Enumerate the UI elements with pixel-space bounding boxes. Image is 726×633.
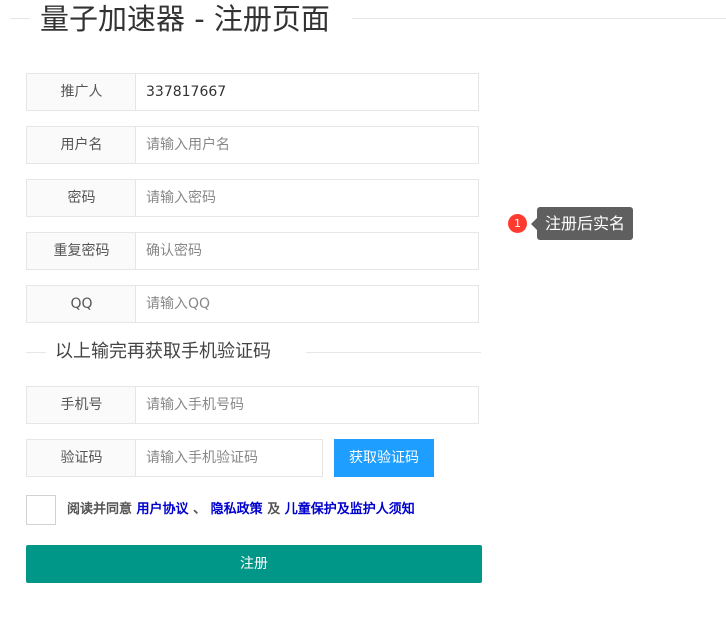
agreement-text: 阅读并同意 用户协议 、 隐私政策 及 儿童保护及监护人须知 [67, 501, 415, 519]
code-input[interactable]: 请输入手机验证码 [135, 439, 323, 477]
register-button[interactable]: 注册 [26, 545, 482, 583]
title-divider-right [352, 18, 726, 19]
tooltip-text: 注册后实名 [530, 207, 634, 240]
tooltip-badge: 1 [508, 214, 527, 233]
section-divider-right [306, 352, 481, 353]
qq-input[interactable]: 请输入QQ [135, 285, 479, 323]
user-agreement-link[interactable]: 用户协议 [137, 502, 189, 517]
qq-label: QQ [26, 285, 137, 323]
code-row: 验证码 请输入手机验证码 获取验证码 [26, 439, 481, 477]
referrer-row: 推广人 337817667 [26, 73, 481, 111]
phone-label: 手机号 [26, 386, 137, 424]
section-divider-left [26, 352, 46, 353]
username-input[interactable]: 请输入用户名 [135, 126, 479, 164]
code-label: 验证码 [26, 439, 137, 477]
section-divider-text: 以上输完再获取手机验证码 [55, 341, 271, 362]
agreement-and: 及 [267, 502, 281, 517]
title-divider-left [10, 18, 30, 19]
referrer-label: 推广人 [26, 73, 137, 111]
password-row: 密码 请输入密码 [26, 179, 481, 217]
page-title: 量子加速器 - 注册页面 [40, 2, 330, 36]
phone-input[interactable]: 请输入手机号码 [135, 386, 479, 424]
username-label: 用户名 [26, 126, 137, 164]
privacy-policy-link[interactable]: 隐私政策 [211, 502, 263, 517]
repeat-password-row: 重复密码 确认密码 [26, 232, 481, 270]
agreement-prefix: 阅读并同意 [67, 502, 133, 517]
agreement-checkbox[interactable] [26, 495, 56, 525]
get-code-button[interactable]: 获取验证码 [334, 439, 434, 477]
qq-row: QQ 请输入QQ [26, 285, 481, 323]
password-label: 密码 [26, 179, 137, 217]
agreement-sep: 、 [193, 502, 207, 517]
password-input[interactable]: 请输入密码 [135, 179, 479, 217]
phone-row: 手机号 请输入手机号码 [26, 386, 481, 424]
referrer-input[interactable]: 337817667 [135, 73, 479, 111]
repeat-password-label: 重复密码 [26, 232, 137, 270]
repeat-password-input[interactable]: 确认密码 [135, 232, 479, 270]
child-notice-link[interactable]: 儿童保护及监护人须知 [285, 502, 415, 517]
page-header: 量子加速器 - 注册页面 [0, 0, 726, 40]
username-row: 用户名 请输入用户名 [26, 126, 481, 164]
